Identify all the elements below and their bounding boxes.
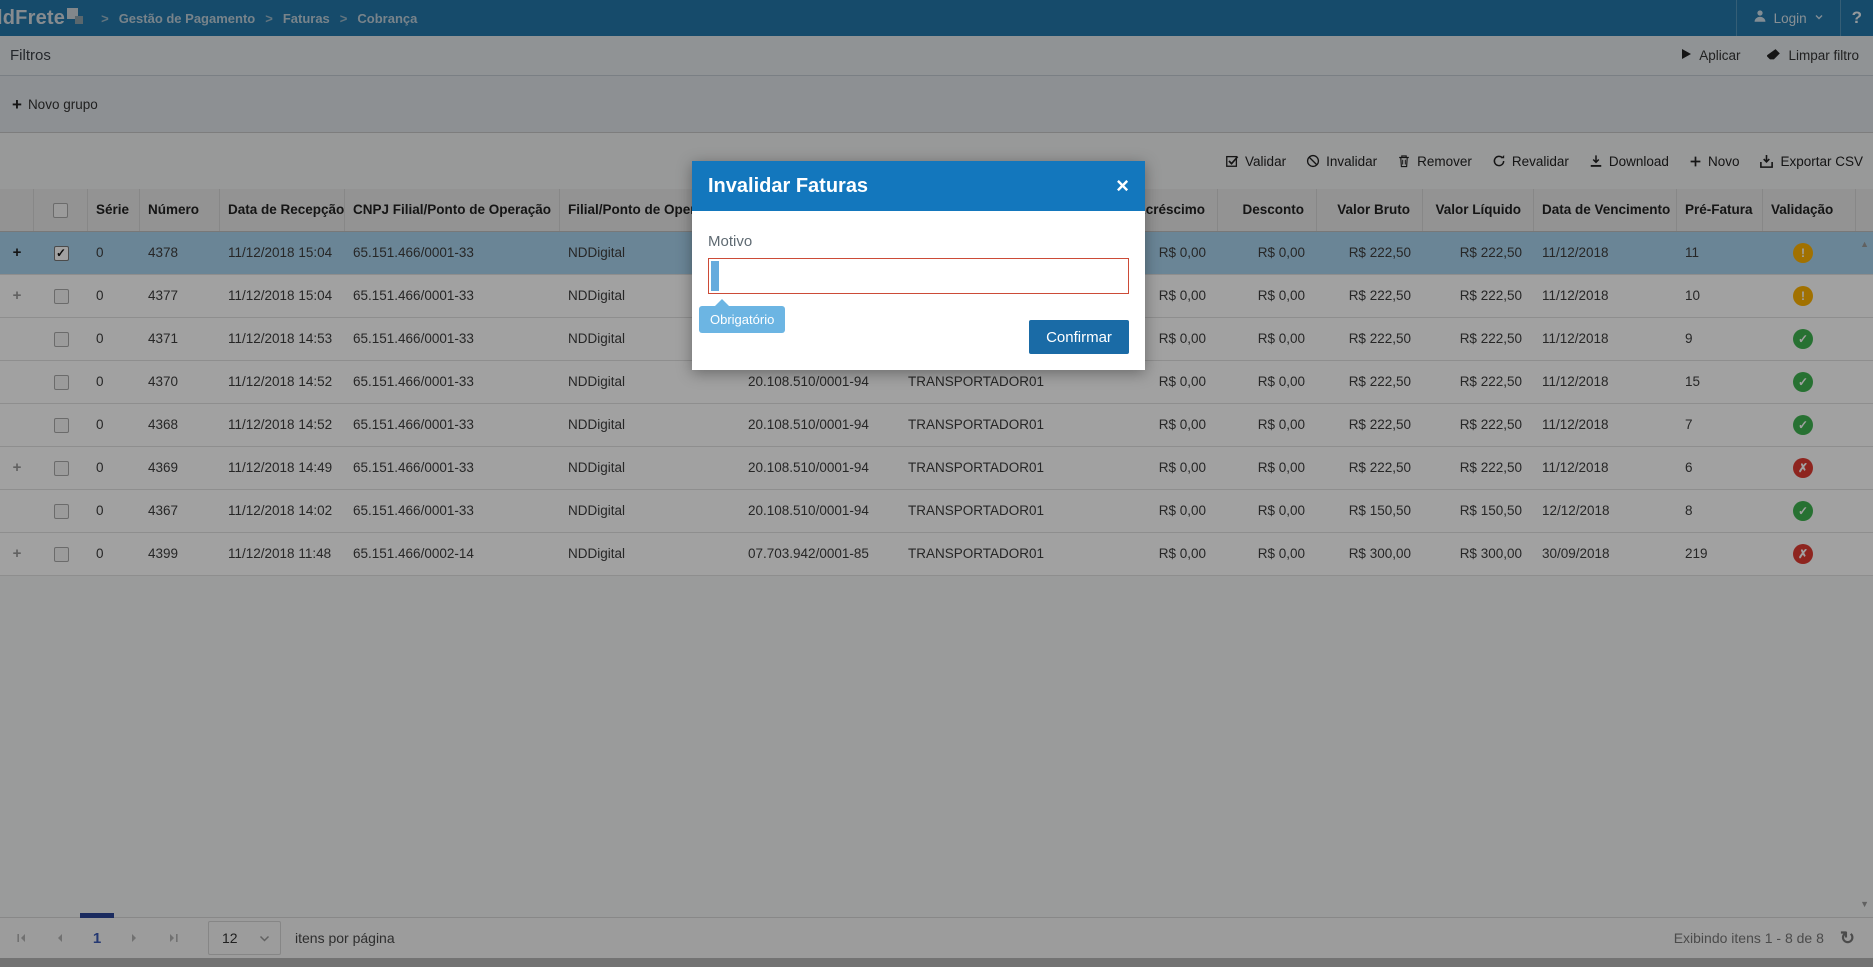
modal-title-bar: Invalidar Faturas × <box>692 161 1145 211</box>
confirm-button[interactable]: Confirmar <box>1029 320 1129 354</box>
modal-body: Motivo Obrigatório Confirmar <box>692 211 1145 370</box>
text-caret <box>711 261 719 291</box>
required-tooltip: Obrigatório <box>699 299 786 333</box>
motivo-input[interactable] <box>708 258 1129 294</box>
modal-title: Invalidar Faturas <box>708 174 869 197</box>
motivo-label: Motivo <box>708 233 753 250</box>
modal-overlay <box>0 0 1873 967</box>
invalidar-faturas-modal: Invalidar Faturas × Motivo Obrigatório C… <box>692 161 1145 370</box>
close-icon[interactable]: × <box>1116 175 1129 197</box>
